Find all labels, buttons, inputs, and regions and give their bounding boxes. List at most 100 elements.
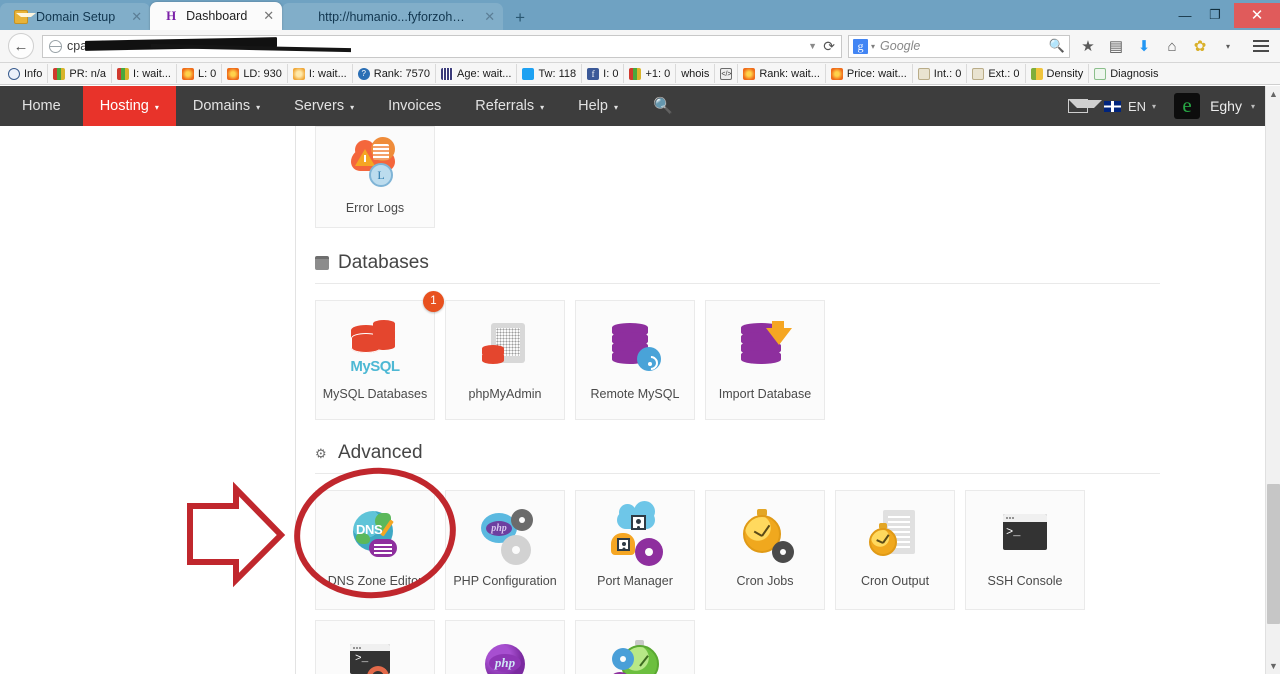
chevron-down-icon[interactable]: ▾	[1251, 102, 1255, 111]
chevron-down-icon: ▾	[154, 102, 159, 112]
reload-icon[interactable]: ⟳	[823, 38, 835, 55]
sun-icon	[181, 67, 194, 80]
remote-mysql-icon	[609, 319, 661, 373]
bookmark-item[interactable]: Ext.: 0	[967, 64, 1026, 83]
tab-humanio-html[interactable]: http://humanio...fyforzoho.html ✕	[282, 3, 504, 30]
tile-dns-zone-editor[interactable]: DNS DNS Zone Editor	[315, 490, 435, 610]
bookmark-item[interactable]: I: wait...	[288, 64, 353, 83]
nav-item-servers[interactable]: Servers ▾	[277, 86, 371, 126]
tile-php-configuration[interactable]: php PHP Configuration	[445, 490, 565, 610]
section-title: Advanced	[338, 442, 423, 463]
user-name-label[interactable]: Eghy	[1210, 98, 1242, 114]
navigation-toolbar: ← cpanel ▼ ⟳ g ▾ Google 🔍 ★ ▤ ⬇ ⌂ ✿ ▾	[0, 30, 1280, 63]
bookmark-item[interactable]: Age: wait...	[436, 64, 518, 83]
tile-cron-output[interactable]: Cron Output	[835, 490, 955, 610]
close-button[interactable]: ✕	[1234, 2, 1280, 28]
tab-domain-setup[interactable]: Domain Setup ✕	[0, 3, 151, 30]
bookmark-item[interactable]: Info	[3, 64, 49, 83]
browser-window: Domain Setup ✕ H Dashboard ✕ http://huma…	[0, 0, 1280, 674]
bookmark-item[interactable]: Diagnosis	[1089, 64, 1163, 83]
address-bar[interactable]: cpanel ▼ ⟳	[42, 34, 842, 58]
tile-import-database[interactable]: Import Database	[705, 300, 825, 420]
bookmark-item[interactable]: PR: n/a	[48, 64, 113, 83]
language-label[interactable]: EN	[1128, 99, 1146, 114]
bookmark-label: I: 0	[603, 67, 619, 80]
main-content: L Error Logs Databases 1 MySQL MySQL Dat…	[297, 126, 1265, 674]
bookmark-item[interactable]: Tw: 118	[517, 64, 583, 83]
section-title: Databases	[338, 252, 429, 273]
tile-port-manager[interactable]: Port Manager	[575, 490, 695, 610]
gear-icon[interactable]: ✿	[1188, 34, 1212, 58]
bookmark-item[interactable]: +1: 0	[624, 64, 677, 83]
nav-label: Referrals	[475, 98, 535, 114]
nav-item-invoices[interactable]: Invoices	[371, 86, 458, 126]
page-scrollbar[interactable]: ▲ ▼	[1265, 86, 1280, 674]
nav-item-referrals[interactable]: Referrals ▾	[458, 86, 561, 126]
bookmark-item[interactable]: f I: 0	[582, 64, 625, 83]
bookmark-item[interactable]: LD: 930	[222, 64, 288, 83]
minimize-button[interactable]: —	[1170, 4, 1200, 26]
download-icon[interactable]: ⬇	[1132, 34, 1156, 58]
tile-error-logs[interactable]: L Error Logs	[315, 126, 435, 228]
nav-item-home[interactable]: Home	[0, 86, 83, 126]
menu-icon[interactable]	[1248, 34, 1274, 58]
avatar[interactable]: e	[1174, 93, 1201, 119]
bookmark-label: whois	[681, 67, 710, 80]
h-logo-icon: H	[166, 8, 177, 23]
chevron-down-icon[interactable]: ▾	[1152, 102, 1156, 111]
tile-php-info[interactable]: phpinfo	[445, 620, 565, 674]
diagnosis-icon	[1094, 67, 1107, 80]
tab-dashboard[interactable]: H Dashboard ✕	[150, 2, 283, 30]
bookmark-item[interactable]: I: wait...	[112, 64, 177, 83]
nav-item-hosting[interactable]: Hosting ▾	[82, 86, 176, 126]
search-icon[interactable]: 🔍	[1049, 38, 1065, 54]
tab-close-icon[interactable]: ✕	[131, 10, 142, 23]
bookmark-item[interactable]: Density	[1026, 64, 1090, 83]
scrollbar-thumb[interactable]	[1267, 484, 1280, 624]
bookmark-star-icon[interactable]: ★	[1076, 34, 1100, 58]
maximize-button[interactable]: ❐	[1200, 4, 1230, 26]
tile-cron-jobs[interactable]: Cron Jobs	[705, 490, 825, 610]
scroll-up-arrow-icon[interactable]: ▲	[1266, 86, 1280, 102]
nav-item-domains[interactable]: Domains ▾	[176, 86, 277, 126]
globe-icon	[49, 39, 62, 53]
bookmark-label: Density	[1046, 67, 1084, 80]
bookmark-item[interactable]: Price: wait...	[826, 64, 913, 83]
chevron-down-icon[interactable]: ▾	[871, 42, 875, 51]
new-tab-button[interactable]: +	[509, 9, 531, 26]
bookmark-label: I: wait...	[308, 67, 347, 80]
bookmark-item[interactable]: Rank: wait...	[738, 64, 826, 83]
nav-search-icon[interactable]: 🔍	[635, 86, 691, 126]
tile-mysql-databases[interactable]: 1 MySQL MySQL Databases	[315, 291, 444, 420]
section-header: ⚙ Advanced	[315, 442, 1265, 473]
scroll-down-arrow-icon[interactable]: ▼	[1266, 658, 1280, 674]
php-info-icon: phpinfo	[479, 641, 531, 674]
bookmark-item[interactable]: whois	[676, 64, 716, 83]
chevron-down-icon: ▾	[350, 102, 355, 112]
tab-close-icon[interactable]: ✕	[263, 9, 274, 22]
nav-item-help[interactable]: Help ▾	[561, 86, 635, 126]
tile-cron-green[interactable]	[575, 620, 695, 674]
cron-output-icon	[869, 509, 921, 563]
bookmark-item[interactable]: ? Rank: 7570	[353, 64, 437, 83]
tile-ssh-lock[interactable]: >_	[315, 620, 435, 674]
tile-phpmyadmin[interactable]: phpMyAdmin	[445, 300, 565, 420]
chevron-down-icon[interactable]: ▾	[1216, 34, 1240, 58]
mail-icon[interactable]	[1067, 99, 1102, 113]
bookmark-label: Rank: wait...	[759, 67, 820, 80]
tab-close-icon[interactable]: ✕	[484, 10, 495, 23]
bookmark-item[interactable]: Int.: 0	[913, 64, 968, 83]
chevron-down-icon[interactable]: ▼	[808, 41, 817, 51]
bookmark-item[interactable]: </>	[715, 64, 739, 83]
bookmark-item[interactable]: L: 0	[177, 64, 223, 83]
reading-list-icon[interactable]: ▤	[1104, 34, 1128, 58]
tile-ssh-console[interactable]: >_ SSH Console	[965, 490, 1085, 610]
tile-remote-mysql[interactable]: Remote MySQL	[575, 300, 695, 420]
home-icon[interactable]: ⌂	[1160, 34, 1184, 58]
back-button[interactable]: ←	[8, 33, 34, 59]
chevron-down-icon: ▾	[540, 102, 545, 112]
section-divider	[315, 473, 1160, 474]
search-box[interactable]: g ▾ Google 🔍	[848, 34, 1070, 58]
sun-icon	[830, 67, 843, 80]
error-logs-icon: L	[349, 137, 401, 193]
